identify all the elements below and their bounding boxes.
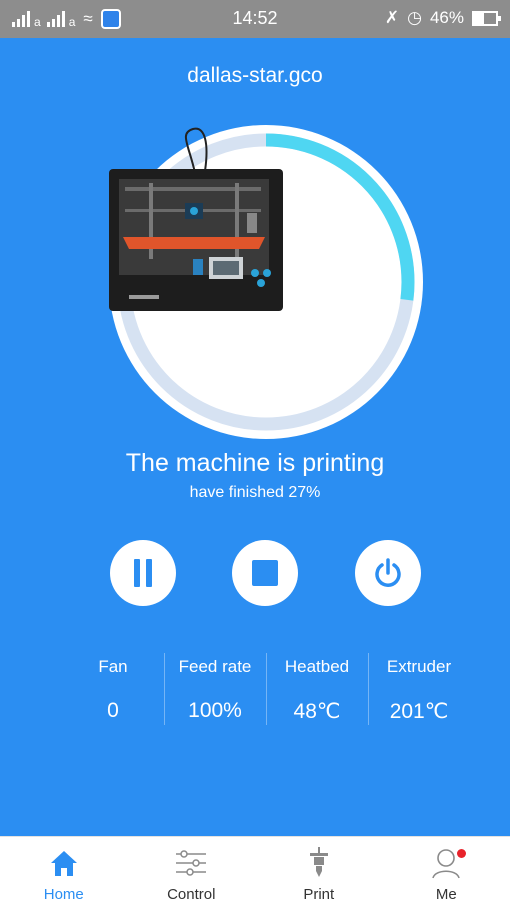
power-button[interactable] [355, 540, 421, 606]
nozzle-icon [255, 845, 383, 881]
tab-home[interactable]: Home [0, 837, 128, 908]
status-bar: a a ≈ 14:52 ✗ ◷ 46% [0, 0, 510, 38]
stat-heatbed: Heatbed 48℃ [266, 653, 368, 727]
tab-label: Home [43, 886, 84, 903]
pause-icon [132, 559, 154, 587]
stat-value: 0 [107, 699, 119, 722]
battery-icon [472, 10, 501, 26]
tab-control[interactable]: Control [128, 837, 256, 908]
user-icon [383, 845, 510, 881]
stat-fan: Fan 0 [62, 653, 164, 727]
tab-print[interactable]: Print [255, 837, 383, 908]
power-icon [375, 558, 401, 587]
mute-icon: ✗ [384, 8, 400, 27]
file-name: dallas-star.gco [187, 64, 323, 87]
stats-row: Fan 0 Feed rate 100% Heatbed 48℃ Extrude… [62, 653, 470, 727]
printer-status-panel: dallas-star.gco The machine is printing … [0, 38, 510, 836]
tab-label: Control [167, 886, 216, 903]
printer-image [109, 127, 283, 311]
printing-status-title: The machine is printing [125, 449, 385, 477]
progress-text: have finished 27% [189, 484, 321, 501]
stat-feed-rate: Feed rate 100% [164, 653, 266, 727]
home-icon [0, 845, 128, 881]
alarm-icon: ◷ [407, 8, 422, 27]
tab-me[interactable]: Me [383, 837, 510, 908]
battery-percent: 46% [429, 8, 464, 27]
stat-label: Feed rate [178, 657, 252, 676]
sliders-icon [128, 845, 256, 881]
progress-ring [109, 125, 423, 439]
tab-label: Print [303, 886, 335, 903]
stat-extruder: Extruder 201℃ [368, 653, 470, 727]
stat-label: Fan [98, 657, 128, 676]
tab-bar: Home Control Print Me [0, 836, 510, 908]
stat-label: Heatbed [284, 657, 350, 676]
tab-label: Me [435, 886, 457, 903]
stop-icon [252, 560, 278, 586]
pause-button[interactable] [110, 540, 176, 606]
stat-value: 201℃ [389, 700, 449, 723]
stat-value: 48℃ [293, 700, 341, 723]
stop-button[interactable] [232, 540, 298, 606]
status-right: ✗ ◷ 46% [384, 8, 501, 28]
stat-label: Extruder [386, 657, 452, 676]
battery-fill [474, 12, 485, 24]
notification-dot [456, 849, 466, 858]
stat-value: 100% [188, 699, 242, 722]
